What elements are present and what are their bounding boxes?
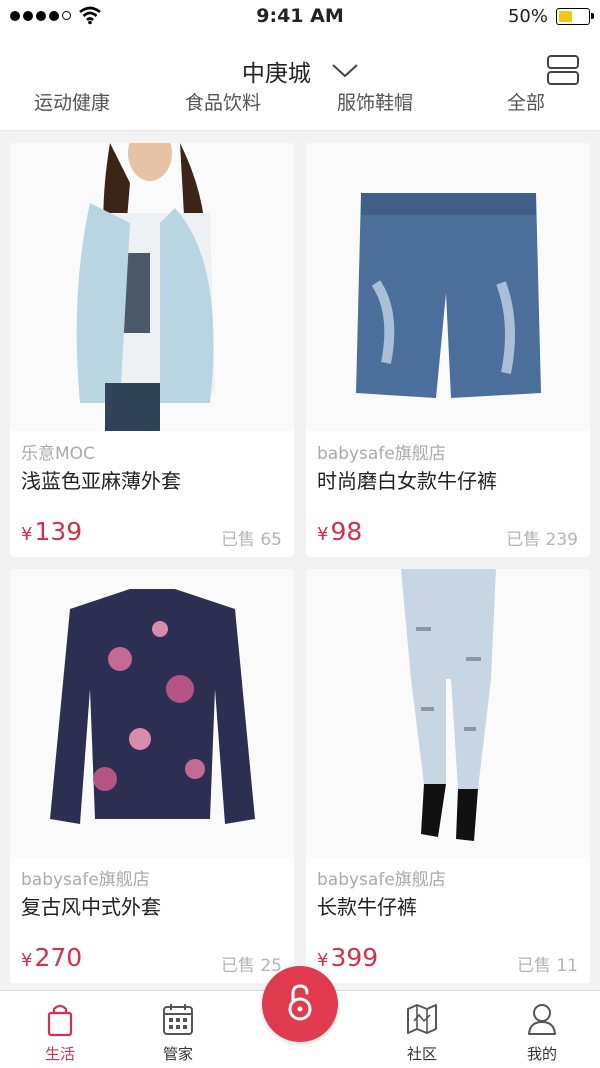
product-name: 长款牛仔裤 [317, 895, 417, 919]
unlock-button[interactable] [262, 966, 338, 1042]
category-tabs: 运动健康 食品饮料 服饰鞋帽 全部 [0, 92, 600, 131]
shop-name: babysafe旗舰店 [21, 870, 150, 890]
unlock-icon [288, 984, 312, 1021]
product-name: 浅蓝色亚麻薄外套 [21, 469, 181, 493]
tab-label: 管家 [162, 1045, 193, 1063]
shop-name: 乐意MOC [21, 444, 95, 464]
product-price: ¥139 [21, 517, 83, 546]
product-image [306, 569, 590, 857]
shop-name: babysafe旗舰店 [317, 870, 446, 890]
tab-mine[interactable]: 我的 [482, 991, 600, 1068]
sold-count: 已售 239 [506, 530, 578, 550]
category-tab[interactable]: 运动健康 [34, 92, 110, 115]
category-tab[interactable]: 食品饮料 [185, 92, 261, 115]
calendar-icon [163, 1004, 193, 1035]
product-image [306, 143, 590, 431]
location-selector[interactable]: 中庚城 [0, 54, 600, 88]
tab-life[interactable]: 生活 [0, 991, 120, 1068]
user-icon [528, 1004, 556, 1035]
shop-name: babysafe旗舰店 [317, 444, 446, 464]
product-card[interactable]: 乐意MOC 浅蓝色亚麻薄外套 ¥139 已售 65 [10, 143, 294, 557]
category-tab[interactable]: 全部 [507, 92, 545, 115]
product-name: 时尚磨白女款牛仔裤 [317, 469, 497, 493]
sold-count: 已售 11 [516, 956, 578, 976]
category-tab[interactable]: 服饰鞋帽 [337, 92, 413, 115]
product-card[interactable]: babysafe旗舰店 复古风中式外套 ¥270 已售 25 [10, 569, 294, 983]
page-title: 中庚城 [241, 61, 311, 87]
battery-icon [556, 8, 594, 25]
tab-butler[interactable]: 管家 [118, 991, 238, 1068]
scan-icon[interactable] [546, 54, 580, 86]
product-image [10, 143, 294, 431]
sold-count: 已售 65 [220, 530, 282, 550]
tab-label: 生活 [44, 1045, 75, 1063]
status-bar: 9:41 AM 50% [0, 0, 600, 34]
battery-percent: 50% [507, 6, 548, 27]
product-price: ¥98 [317, 517, 363, 546]
product-name: 复古风中式外套 [21, 895, 161, 919]
product-price: ¥270 [21, 943, 83, 972]
shopping-bag-icon [47, 1004, 73, 1037]
tab-label: 社区 [406, 1045, 437, 1063]
product-card[interactable]: babysafe旗舰店 时尚磨白女款牛仔裤 ¥98 已售 239 [306, 143, 590, 557]
product-card[interactable]: babysafe旗舰店 长款牛仔裤 ¥399 已售 11 [306, 569, 590, 983]
chevron-down-icon [332, 64, 358, 78]
map-icon [407, 1004, 437, 1034]
tab-label: 我的 [526, 1045, 557, 1063]
product-image [10, 569, 294, 857]
tab-community[interactable]: 社区 [362, 991, 482, 1068]
